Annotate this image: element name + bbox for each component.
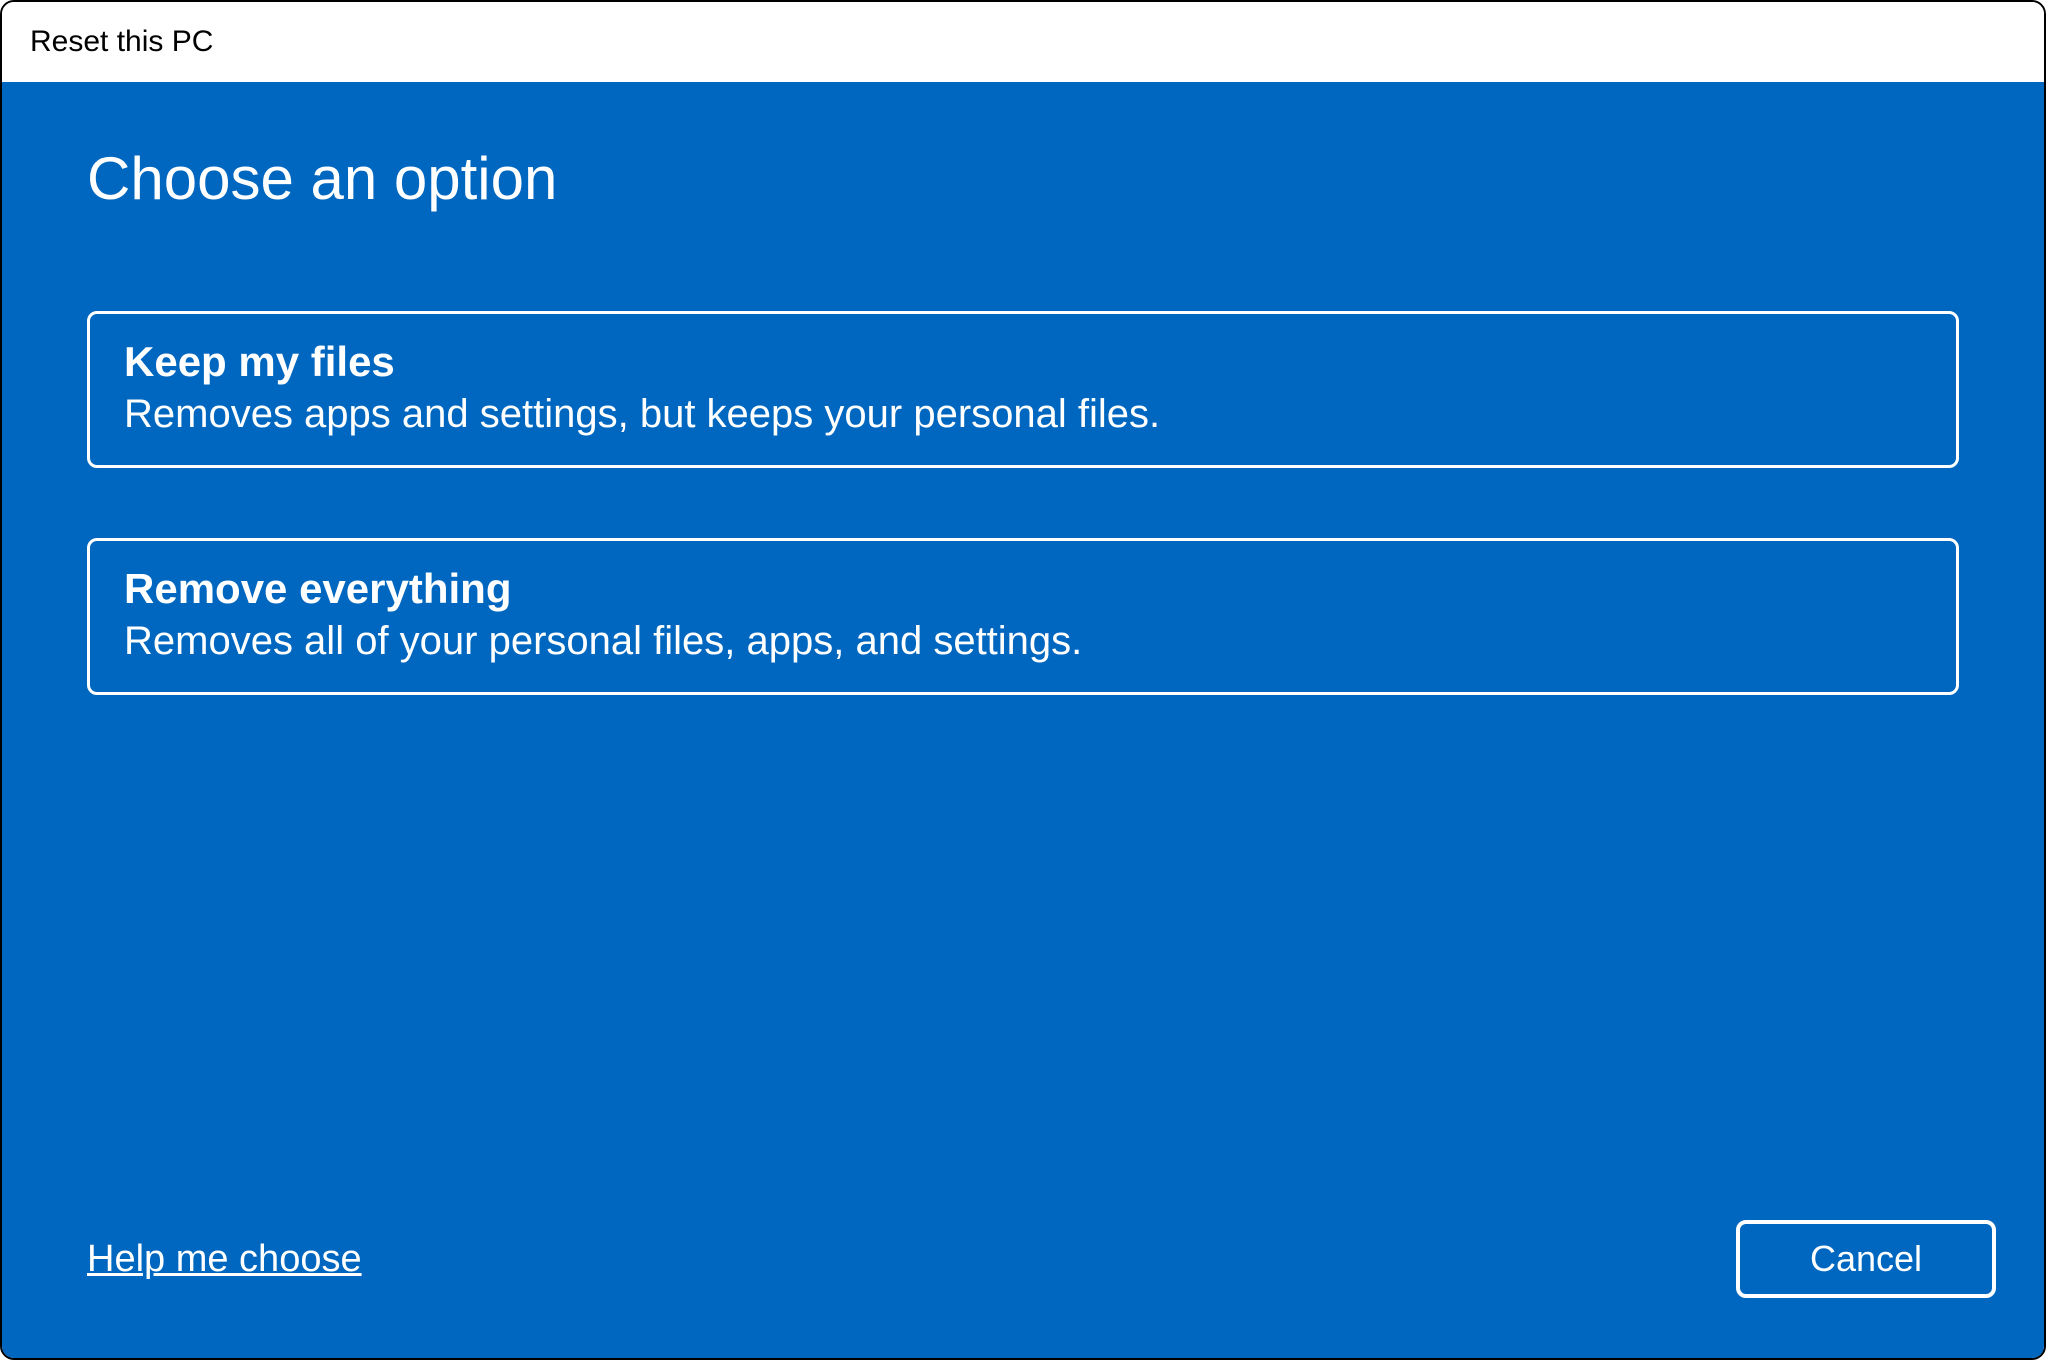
option-description: Removes apps and settings, but keeps you…: [124, 392, 1922, 437]
keep-my-files-option[interactable]: Keep my files Removes apps and settings,…: [87, 311, 1959, 468]
footer: Help me choose Cancel: [87, 1220, 1996, 1298]
options-list: Keep my files Removes apps and settings,…: [87, 311, 1959, 695]
help-me-choose-link[interactable]: Help me choose: [87, 1238, 362, 1281]
reset-pc-dialog: Reset this PC Choose an option Keep my f…: [0, 0, 2046, 1360]
page-heading: Choose an option: [87, 144, 1959, 213]
window-title: Reset this PC: [30, 25, 213, 59]
option-title: Remove everything: [124, 565, 1922, 613]
option-description: Removes all of your personal files, apps…: [124, 619, 1922, 664]
option-title: Keep my files: [124, 338, 1922, 386]
cancel-button[interactable]: Cancel: [1736, 1220, 1996, 1298]
content-area: Choose an option Keep my files Removes a…: [2, 82, 2044, 1358]
remove-everything-option[interactable]: Remove everything Removes all of your pe…: [87, 538, 1959, 695]
titlebar: Reset this PC: [2, 2, 2044, 82]
